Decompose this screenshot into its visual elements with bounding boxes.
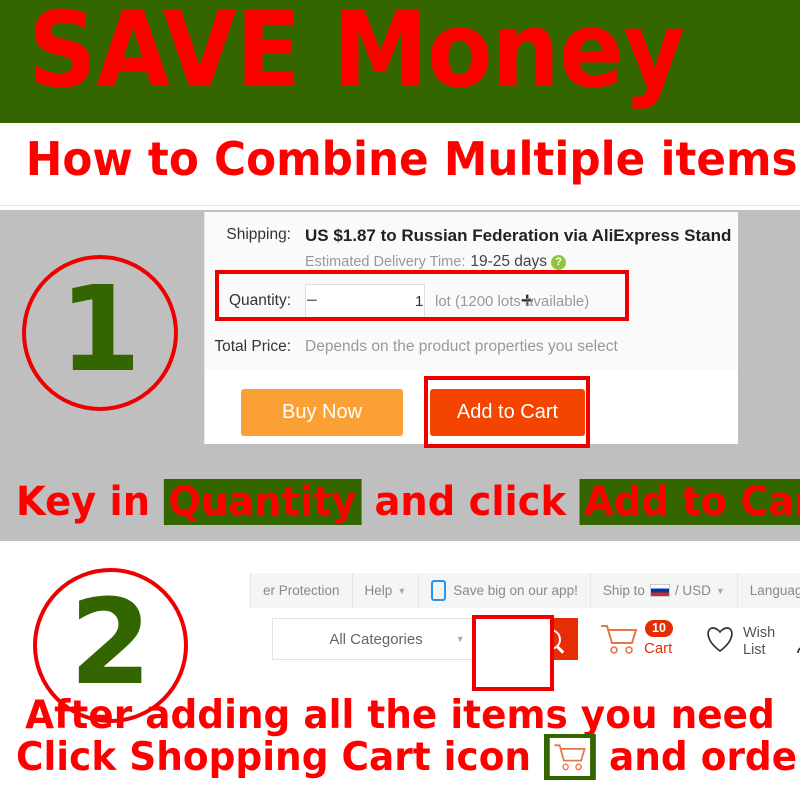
mobile-phone-icon	[431, 580, 447, 601]
page-title: SAVE Money	[28, 0, 685, 111]
nav-language-label: Language	[749, 583, 800, 598]
caption1-highlight-quantity: Quantity	[163, 479, 362, 525]
cart-label: Cart	[644, 640, 673, 657]
buy-now-button[interactable]: Buy Now	[241, 389, 403, 436]
shopping-cart-icon	[599, 623, 639, 655]
nav-item-protection[interactable]: er Protection	[250, 573, 353, 608]
delivery-time-value: 19-25 days	[470, 253, 548, 270]
chevron-down-icon: ▼	[455, 634, 465, 644]
highlight-box-cart-icon	[472, 615, 554, 691]
nav-item-help[interactable]: Help ▼	[353, 573, 420, 608]
step-number-2: 2	[69, 572, 152, 711]
nav-item-ship-to[interactable]: Ship to / USD ▼	[591, 573, 738, 608]
cart-count-badge: 10	[645, 620, 673, 637]
nav-currency-label: / USD	[674, 583, 711, 598]
caption2-part2: and order	[608, 735, 800, 780]
step1-caption: Key in Quantity and click Add to Cart	[16, 478, 800, 526]
tutorial-infographic: SAVE Money How to Combine Multiple items…	[0, 0, 800, 800]
shipping-value: US $1.87 to Russian Federation via AliEx…	[305, 226, 732, 245]
caption1-highlight-add-to-cart: Add to Cart	[579, 479, 800, 525]
page-subtitle: How to Combine Multiple items?	[25, 132, 800, 186]
shipping-label: Shipping:	[226, 226, 291, 243]
divider	[0, 205, 800, 206]
russia-flag-icon	[649, 584, 670, 597]
step2-caption-line1: After adding all the items you need	[25, 693, 775, 738]
total-price-label: Total Price:	[214, 338, 291, 355]
step2-caption-line2: Click Shopping Cart icon and order	[16, 733, 800, 783]
nav-shipto-label: Ship to	[602, 583, 645, 598]
total-price-value: Depends on the product properties you se…	[305, 338, 618, 355]
heart-icon	[703, 624, 737, 659]
wishlist-label: Wish List	[743, 625, 775, 659]
wishlist-button[interactable]: Wish List	[703, 624, 775, 659]
add-to-cart-button[interactable]: Add to Cart	[430, 389, 585, 436]
step-number-badge-1: 1	[22, 255, 178, 411]
cart-button[interactable]: 10 Cart	[599, 620, 673, 657]
caption1-part1: Key in	[16, 479, 164, 525]
highlight-box-quantity	[215, 270, 629, 321]
nav-item-language[interactable]: Language ▼	[738, 573, 800, 608]
caption2-part1: Click Shopping Cart icon	[16, 735, 532, 780]
wishlist-line1: Wish	[743, 624, 776, 641]
step-number-1: 1	[58, 260, 142, 398]
nav-protection-label: er Protection	[263, 583, 340, 598]
question-mark-icon[interactable]: ?	[551, 254, 567, 270]
person-icon	[795, 625, 800, 660]
account-button[interactable]: Hi, Hugo My AliExpress (7)	[795, 624, 800, 660]
wishlist-line2: List	[743, 641, 766, 658]
nav-app-label: Save big on our app!	[453, 583, 578, 598]
nav-item-app[interactable]: Save big on our app!	[419, 573, 591, 608]
shopping-cart-icon	[549, 737, 591, 776]
nav-help-label: Help	[364, 583, 393, 598]
site-top-navigation: er Protection Help ▼ Save big on our app…	[250, 573, 800, 608]
chevron-down-icon: ▼	[397, 585, 407, 596]
category-select-label: All Categories	[329, 630, 423, 648]
chevron-down-icon: ▼	[715, 585, 725, 596]
caption-cart-icon-highlight	[544, 733, 596, 780]
delivery-time-label: Estimated Delivery Time:	[305, 254, 466, 270]
caption1-part2: and click	[361, 479, 580, 525]
